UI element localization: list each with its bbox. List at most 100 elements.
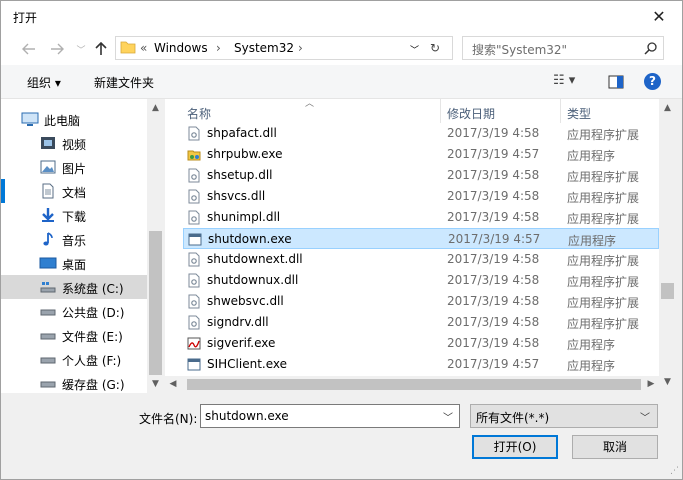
scroll-down-icon[interactable]: ▼ [147,379,164,389]
dll-file-icon [187,189,201,204]
scroll-up-icon[interactable]: ▲ [147,103,164,113]
file-row[interactable]: shutdownux.dll 2017/3/19 4:58 应用程序扩展 [183,270,659,291]
search-icon [644,42,657,55]
file-name: sigverif.exe [207,336,276,350]
file-type-select[interactable]: 所有文件(*.*) ﹀ [470,404,658,428]
file-row[interactable]: shutdown.exe 2017/3/19 4:57 应用程序 [183,228,659,249]
file-name: shsetup.dll [207,168,273,182]
file-row[interactable]: signdrv.dll 2017/3/19 4:58 应用程序扩展 [183,312,659,333]
column-header-row: ︿ 名称 修改日期 类型 [165,99,659,123]
recent-locations-button[interactable]: ﹀ [71,39,91,59]
file-row[interactable]: shunimpl.dll 2017/3/19 4:58 应用程序扩展 [183,207,659,228]
search-input[interactable]: 搜索"System32" [472,41,567,58]
file-type-value: 所有文件(*.*) [476,411,550,425]
sidebar-item-desktop[interactable]: 桌面 [1,251,147,275]
open-file-dialog: 打开 ✕ ﹀ « Windows › System32 › ﹀ ↻ 搜索"Sys… [0,0,683,480]
dll-file-icon [187,168,201,183]
file-type: 应用程序 [567,338,616,352]
horizontal-scroll-thumb[interactable] [187,379,641,390]
file-type: 应用程序扩展 [567,128,640,142]
file-row[interactable]: shpafact.dll 2017/3/19 4:58 应用程序扩展 [183,123,659,144]
refresh-icon[interactable]: ↻ [430,41,440,55]
organize-menu[interactable]: 组织 ▾ [27,74,61,91]
back-button[interactable] [19,39,39,59]
file-row[interactable]: shutdownext.dll 2017/3/19 4:58 应用程序扩展 [183,249,659,270]
forward-arrow-icon [51,43,64,55]
sidebar-scroll-thumb[interactable] [149,231,162,375]
computer-icon [21,112,39,126]
download-icon [42,208,54,222]
scroll-left-icon[interactable]: ◀ [167,379,179,389]
column-divider[interactable] [560,99,561,123]
file-type: 应用程序扩展 [567,317,640,331]
file-type: 应用程序扩展 [567,170,640,184]
column-header-type[interactable]: 类型 [567,105,591,122]
sidebar-item-drive-d[interactable]: 公共盘 (D:) [1,299,147,323]
sidebar-item-this-pc[interactable]: 此电脑 [0,107,147,131]
horizontal-scrollbar[interactable]: ◀ ▶ [165,376,659,393]
file-name: signdrv.dll [207,315,269,329]
forward-button[interactable] [47,39,67,59]
sidebar-item-label: 个人盘 (F:) [62,354,122,368]
address-bar[interactable]: « Windows › System32 › ﹀ ↻ [115,36,453,60]
up-button[interactable] [91,39,111,59]
close-button[interactable]: ✕ [636,1,682,32]
file-row[interactable]: sigverif.exe 2017/3/19 4:58 应用程序 [183,333,659,354]
preview-pane-icon[interactable] [608,75,624,89]
file-list-scrollbar[interactable]: ▲ ▼ [659,99,676,393]
file-date: 2017/3/19 4:58 [447,315,540,329]
file-row[interactable]: SIHClient.exe 2017/3/19 4:57 应用程序 [183,354,659,375]
sidebar-scrollbar[interactable]: ▲ ▼ [147,99,164,393]
open-button[interactable]: 打开(O) [472,435,558,459]
address-overflow[interactable]: « [140,41,147,55]
folder-icon [120,41,136,54]
filename-value[interactable]: shutdown.exe [205,409,289,423]
file-date: 2017/3/19 4:58 [447,294,540,308]
column-header-name[interactable]: 名称 [187,105,211,122]
file-name: shutdownext.dll [207,252,303,266]
filename-field[interactable]: shutdown.exe ﹀ [200,404,460,428]
scroll-down-icon[interactable]: ▼ [659,377,676,387]
cancel-button[interactable]: 取消 [572,435,658,459]
chevron-down-icon[interactable]: ﹀ [443,409,453,424]
sidebar-item-label: 图片 [62,162,87,176]
file-date: 2017/3/19 4:58 [447,252,540,266]
file-row[interactable]: shwebsvc.dll 2017/3/19 4:58 应用程序扩展 [183,291,659,312]
sidebar-item-pictures[interactable]: 图片 [1,155,147,179]
file-row[interactable]: shsvcs.dll 2017/3/19 4:58 应用程序扩展 [183,186,659,207]
sidebar-item-documents[interactable]: 文档 [1,179,147,203]
sidebar-item-music[interactable]: 音乐 [1,227,147,251]
column-header-date[interactable]: 修改日期 [447,105,495,122]
search-box[interactable]: 搜索"System32" [462,36,664,60]
sidebar-item-drive-f[interactable]: 个人盘 (F:) [1,347,147,371]
dialog-footer: 文件名(N): shutdown.exe ﹀ 所有文件(*.*) ﹀ 打开(O)… [1,393,682,479]
filename-label: 文件名(N): [139,412,198,426]
scroll-up-icon[interactable]: ▲ [659,103,676,113]
sidebar-item-label: 此电脑 [44,114,81,128]
sidebar-item-drive-g[interactable]: 缓存盘 (G:) [1,371,147,395]
help-icon[interactable]: ? [644,73,661,90]
column-divider[interactable] [440,99,441,123]
new-folder-button[interactable]: 新建文件夹 [94,74,154,91]
sidebar-item-drive-e[interactable]: 文件盘 (E:) [1,323,147,347]
sidebar-item-label: 文档 [62,186,87,200]
file-row[interactable]: shsetup.dll 2017/3/19 4:58 应用程序扩展 [183,165,659,186]
breadcrumb-windows[interactable]: Windows [154,41,208,55]
sidebar-item-downloads[interactable]: 下载 [1,203,147,227]
file-list-scroll-thumb[interactable] [661,283,674,299]
desktop-icon [39,257,57,269]
file-row[interactable]: shrpubw.exe 2017/3/19 4:57 应用程序 [183,144,659,165]
chevron-down-icon: ﹀ [640,413,650,424]
application-icon [188,232,202,247]
sidebar-item-drive-c[interactable]: 系统盘 (C:) [1,275,147,299]
resize-grip-icon[interactable]: ⋰ [670,466,679,476]
drive-icon [40,381,56,388]
view-options-icon[interactable]: ☷ ▾ [553,73,575,88]
file-type: 应用程序扩展 [567,212,640,226]
documents-icon [42,183,54,199]
file-date: 2017/3/19 4:58 [447,126,540,140]
address-history-icon[interactable]: ﹀ [410,43,419,56]
scroll-right-icon[interactable]: ▶ [645,379,657,389]
sidebar-item-videos[interactable]: 视频 [1,131,147,155]
breadcrumb-system32[interactable]: System32 [234,41,294,55]
